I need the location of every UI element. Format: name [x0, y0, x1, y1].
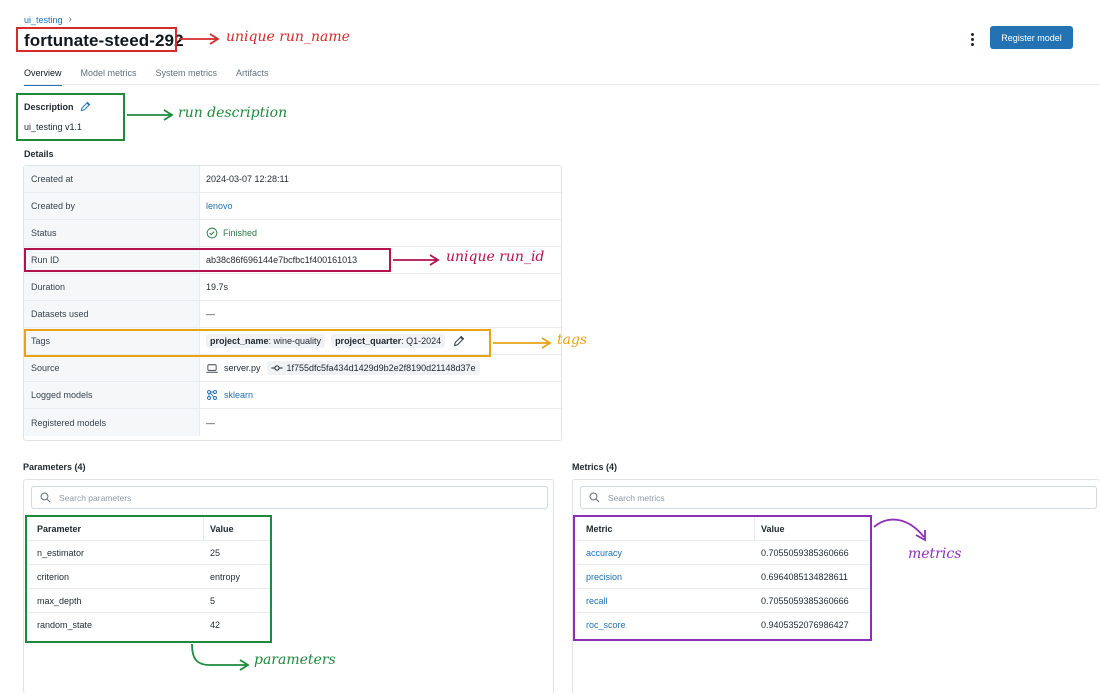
annotation-label-parameters: parameters — [254, 652, 336, 668]
annotation-box-tags — [24, 329, 491, 357]
detail-key: Datasets used — [24, 301, 200, 327]
annotation-box-description — [16, 93, 125, 141]
breadcrumb: ui_testing › — [24, 14, 72, 25]
created-by-link[interactable]: lenovo — [206, 201, 233, 211]
details-heading: Details — [24, 149, 54, 159]
detail-key: Status — [24, 220, 200, 246]
detail-key: Created at — [24, 166, 200, 192]
logged-model-link[interactable]: sklearn — [224, 390, 253, 400]
detail-value: — — [206, 309, 215, 319]
annotation-box-parameters — [25, 515, 272, 643]
breadcrumb-experiment-link[interactable]: ui_testing — [24, 15, 63, 25]
register-model-button[interactable]: Register model — [990, 26, 1073, 49]
parameters-search[interactable] — [31, 486, 548, 509]
arrow-icon — [191, 643, 250, 671]
annotation-label-metrics: metrics — [908, 546, 962, 562]
metrics-search-input[interactable] — [606, 491, 810, 504]
annotation-label-description: run description — [178, 105, 288, 121]
parameters-search-input[interactable] — [57, 491, 261, 504]
arrow-icon — [873, 518, 926, 542]
chevron-right-icon: › — [68, 14, 72, 25]
tabs-divider — [24, 84, 1100, 85]
check-circle-icon — [206, 227, 218, 239]
detail-value: 19.7s — [206, 282, 229, 292]
detail-row-registered-models: Registered models — — [24, 409, 561, 436]
detail-row-datasets: Datasets used — — [24, 301, 561, 328]
annotation-label-run-id: unique run_id — [446, 249, 545, 265]
detail-row-status: Status Finished — [24, 220, 561, 247]
annotation-box-run-name — [16, 27, 177, 52]
detail-row-duration: Duration 19.7s — [24, 274, 561, 301]
detail-row-source: Source server.py 1f755dfc5fa434d1429d9b2… — [24, 355, 561, 382]
annotation-box-run-id — [24, 248, 391, 272]
detail-row-created-at: Created at 2024-03-07 12:28:11 — [24, 166, 561, 193]
detail-value: 2024-03-07 12:28:11 — [206, 174, 289, 184]
metrics-search[interactable] — [580, 486, 1097, 509]
commit-hash: 1f755dfc5fa434d1429d9b2e2f8190d21148d37e — [266, 361, 480, 375]
laptop-icon — [206, 363, 218, 373]
detail-key: Registered models — [24, 409, 200, 436]
git-commit-icon — [270, 365, 283, 371]
detail-row-logged-models: Logged models sklearn — [24, 382, 561, 409]
annotation-box-metrics — [573, 515, 872, 641]
commit-hash-text: 1f755dfc5fa434d1429d9b2e2f8190d21148d37e — [286, 363, 476, 373]
details-table: Created at 2024-03-07 12:28:11 Created b… — [23, 165, 562, 441]
metrics-heading: Metrics (4) — [572, 462, 618, 472]
model-icon — [207, 390, 217, 400]
annotation-label-run-name: unique run_name — [226, 29, 350, 45]
kebab-menu-icon[interactable] — [966, 31, 978, 47]
detail-key: Created by — [24, 193, 200, 219]
parameters-heading: Parameters (4) — [23, 462, 86, 472]
detail-key: Logged models — [24, 382, 200, 408]
annotation-label-tags: tags — [557, 332, 588, 348]
detail-key: Source — [24, 355, 200, 381]
detail-row-created-by: Created by lenovo — [24, 193, 561, 220]
search-icon — [40, 492, 51, 503]
arrow-icon — [127, 109, 174, 121]
arrow-icon — [179, 33, 220, 45]
status-text: Finished — [223, 228, 258, 238]
detail-key: Duration — [24, 274, 200, 300]
source-file: server.py — [224, 363, 261, 373]
arrow-icon — [493, 337, 552, 349]
status-badge: Finished — [206, 227, 257, 239]
search-icon — [589, 492, 600, 503]
detail-value: — — [206, 417, 215, 428]
arrow-icon — [393, 254, 440, 266]
